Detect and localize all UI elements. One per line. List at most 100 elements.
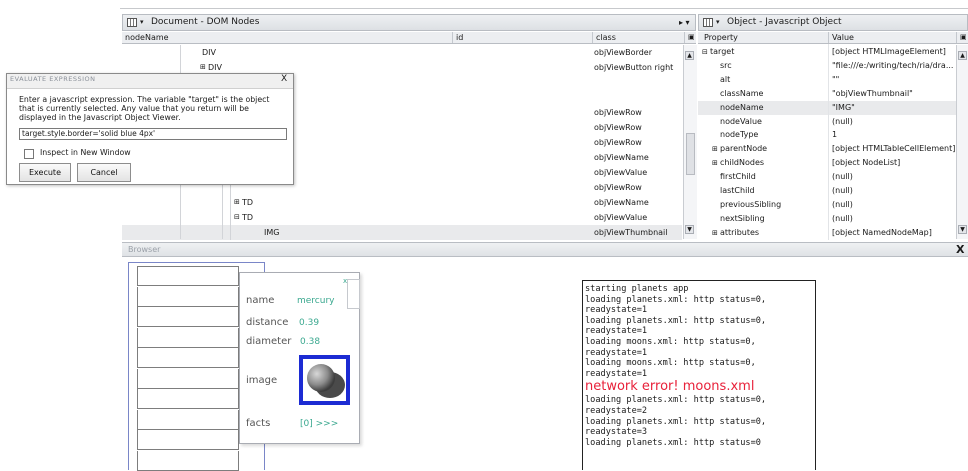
nav-stack-item[interactable] bbox=[137, 409, 239, 430]
log-error-line: network error! moons.xml bbox=[585, 379, 755, 395]
property-value: (null) bbox=[832, 172, 853, 182]
nav-stack-item[interactable] bbox=[137, 286, 239, 307]
property-value: "IMG" bbox=[832, 102, 855, 112]
distance-value: 0.39 bbox=[299, 318, 320, 328]
expand-icon[interactable]: ⊞ bbox=[234, 195, 240, 210]
dom-node-class: objViewRow bbox=[594, 123, 642, 132]
inspect-checkbox[interactable] bbox=[24, 149, 34, 159]
planet-thumbnail[interactable] bbox=[299, 355, 350, 405]
inspect-checkbox-label: Inspect in New Window bbox=[40, 148, 131, 157]
nav-stack-item[interactable] bbox=[137, 368, 239, 389]
column-header-class[interactable]: class bbox=[592, 32, 684, 43]
property-name: lastChild bbox=[720, 186, 755, 195]
column-header-property[interactable]: Property bbox=[698, 32, 828, 43]
nav-stack-item[interactable] bbox=[137, 389, 239, 409]
property-name: alt bbox=[720, 74, 731, 84]
dropdown-arrow-icon[interactable]: ▾ bbox=[716, 15, 720, 30]
property-name: childNodes bbox=[720, 158, 765, 168]
property-name: nodeName bbox=[720, 102, 764, 112]
log-lines: starting planets app loading planets.xml:… bbox=[585, 284, 815, 448]
property-value: [object NamedNodeMap] bbox=[832, 227, 932, 237]
execute-button[interactable]: Execute bbox=[19, 163, 71, 182]
object-scrollbar[interactable]: ▲ ▼ bbox=[956, 45, 968, 239]
play-arrow-icon[interactable]: ▸ ▾ bbox=[679, 15, 690, 30]
dom-tree-row[interactable]: DIV objViewBorder bbox=[122, 45, 682, 60]
close-icon[interactable]: X bbox=[281, 74, 287, 84]
log-line: loading planets.xml: http status=0 bbox=[585, 437, 761, 448]
facts-link[interactable]: [0] >>> bbox=[300, 419, 338, 429]
dom-node-name: TD bbox=[242, 198, 254, 207]
nav-stack-item[interactable] bbox=[137, 266, 239, 286]
nav-stack-item[interactable] bbox=[137, 307, 239, 327]
planet-card-scroll[interactable] bbox=[347, 279, 360, 309]
dom-node-class: objViewName bbox=[594, 198, 649, 207]
column-picker-icon[interactable]: ▣ bbox=[956, 32, 968, 43]
scroll-down-button[interactable]: ▼ bbox=[685, 225, 694, 234]
expand-icon[interactable]: ⊞ bbox=[712, 142, 718, 156]
object-property-row[interactable]: alt "" bbox=[698, 73, 956, 87]
object-property-row[interactable]: ⊞ parentNode [object HTMLTableCellElement] bbox=[698, 142, 956, 156]
name-label: name bbox=[246, 295, 275, 306]
dom-tree-row[interactable]: IMG objViewThumbnail bbox=[122, 225, 682, 240]
log-line: readystate=1 bbox=[585, 347, 648, 358]
column-header-nodename[interactable]: nodeName bbox=[122, 32, 452, 43]
object-property-row[interactable]: className "objViewThumbnail" bbox=[698, 87, 956, 101]
grid-view-icon[interactable] bbox=[703, 18, 713, 27]
scroll-thumb[interactable] bbox=[686, 133, 695, 175]
nav-stack-item[interactable] bbox=[137, 348, 239, 368]
close-icon[interactable]: x bbox=[343, 277, 347, 285]
property-value: (null) bbox=[832, 213, 853, 223]
object-property-row[interactable]: nodeType 1 bbox=[698, 128, 956, 142]
property-name: nodeType bbox=[720, 130, 759, 140]
log-line: starting planets app bbox=[585, 284, 689, 294]
object-property-row[interactable]: firstChild (null) bbox=[698, 170, 956, 184]
nav-stack-item[interactable] bbox=[137, 450, 239, 471]
dom-panel-header: nodeName id class ▣ bbox=[122, 32, 696, 44]
property-name: target bbox=[710, 47, 735, 56]
scroll-up-button[interactable]: ▲ bbox=[685, 51, 694, 60]
property-value: (null) bbox=[832, 186, 853, 195]
object-property-row[interactable]: nodeName "IMG" bbox=[698, 100, 956, 115]
scroll-down-button[interactable]: ▼ bbox=[958, 225, 967, 234]
dom-tree-row[interactable]: TD ⊟ objViewValue bbox=[122, 210, 682, 225]
dom-node-name: IMG bbox=[264, 228, 280, 237]
nav-stack-item[interactable] bbox=[137, 327, 239, 348]
object-property-row[interactable]: ⊞ childNodes [object NodeList] bbox=[698, 156, 956, 170]
dom-node-name: DIV bbox=[202, 48, 216, 57]
grid-view-icon[interactable] bbox=[127, 18, 137, 27]
nav-stack-item[interactable] bbox=[137, 430, 239, 450]
dom-node-class: objViewButton right bbox=[594, 63, 674, 72]
object-property-row[interactable]: src "file:///e:/writing/tech/ria/dra... bbox=[698, 59, 956, 73]
scroll-up-button[interactable]: ▲ bbox=[958, 51, 967, 60]
expand-icon[interactable]: ⊞ bbox=[712, 156, 718, 170]
column-header-value[interactable]: Value bbox=[828, 32, 956, 43]
collapse-icon[interactable]: ⊟ bbox=[234, 210, 240, 225]
log-line: readystate=1 bbox=[585, 368, 648, 379]
object-property-row[interactable]: nodeValue (null) bbox=[698, 115, 956, 129]
collapse-icon[interactable]: ⊟ bbox=[702, 45, 708, 59]
expression-input[interactable]: target.style.border='solid blue 4px' bbox=[19, 128, 287, 140]
column-header-id[interactable]: id bbox=[452, 32, 592, 43]
log-line: loading planets.xml: http status=0, bbox=[585, 416, 767, 427]
dom-node-class: objViewName bbox=[594, 153, 649, 162]
object-property-row[interactable]: lastChild (null) bbox=[698, 184, 956, 198]
cancel-button[interactable]: Cancel bbox=[77, 163, 131, 182]
expand-icon[interactable]: ⊞ bbox=[712, 226, 718, 240]
property-name: parentNode bbox=[720, 144, 768, 154]
dom-node-class: objViewRow bbox=[594, 183, 642, 192]
close-icon[interactable]: X bbox=[956, 242, 964, 257]
object-property-row[interactable]: nextSibling (null) bbox=[698, 212, 956, 226]
dropdown-arrow-icon[interactable]: ▾ bbox=[140, 15, 144, 30]
dom-panel-titlebar: ▾ Document - DOM Nodes ▸ ▾ bbox=[122, 14, 696, 31]
dom-panel-title: Document - DOM Nodes bbox=[151, 17, 260, 27]
dom-scrollbar[interactable]: ▲ ▼ bbox=[683, 45, 697, 239]
object-property-row[interactable]: ⊟ target [object HTMLImageElement] bbox=[698, 45, 956, 59]
dom-tree-row[interactable]: TD ⊞ objViewName bbox=[122, 195, 682, 210]
facts-label: facts bbox=[246, 418, 271, 429]
column-picker-icon[interactable]: ▣ bbox=[684, 32, 696, 43]
object-property-row[interactable]: previousSibling (null) bbox=[698, 198, 956, 212]
dom-node-class: objViewBorder bbox=[594, 48, 652, 57]
property-value: (null) bbox=[832, 199, 853, 209]
object-property-row[interactable]: ⊞ attributes [object NamedNodeMap] bbox=[698, 226, 956, 240]
planet-image bbox=[307, 364, 345, 398]
